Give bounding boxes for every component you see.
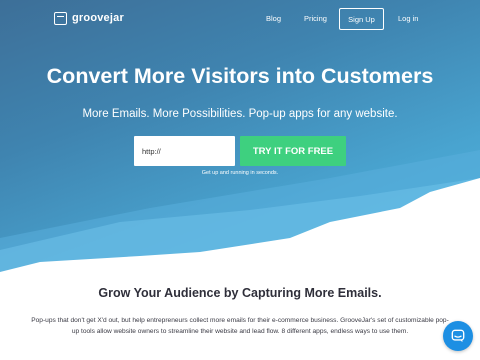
website-url-input[interactable]: [134, 136, 235, 166]
nav-pricing-link[interactable]: Pricing: [304, 14, 327, 23]
hero-section: groovejar Blog Pricing Sign Up Log in Co…: [0, 0, 480, 272]
section-title: Grow Your Audience by Capturing More Ema…: [98, 286, 382, 300]
nav-blog-link[interactable]: Blog: [266, 14, 281, 23]
hero-note: Get up and running in seconds.: [201, 170, 279, 176]
sign-up-button[interactable]: Sign Up: [339, 8, 384, 30]
hero-headline: Convert More Visitors into Customers: [46, 64, 434, 88]
groovejar-logo-icon: [54, 11, 67, 25]
hero-subheadline: More Emails. More Possibilities. Pop-up …: [82, 108, 398, 120]
chat-button[interactable]: [443, 321, 473, 351]
landing-page: groovejar Blog Pricing Sign Up Log in Co…: [0, 0, 480, 360]
chat-bubble-icon: [451, 329, 465, 343]
section-body: Pop-ups that don't get X'd out, but help…: [31, 317, 449, 335]
groovejar-logo[interactable]: groovejar: [54, 10, 124, 26]
logo-text: groovejar: [72, 12, 124, 24]
nav-login-link[interactable]: Log in: [398, 14, 418, 23]
try-it-free-button[interactable]: TRY IT FOR FREE: [240, 136, 346, 166]
